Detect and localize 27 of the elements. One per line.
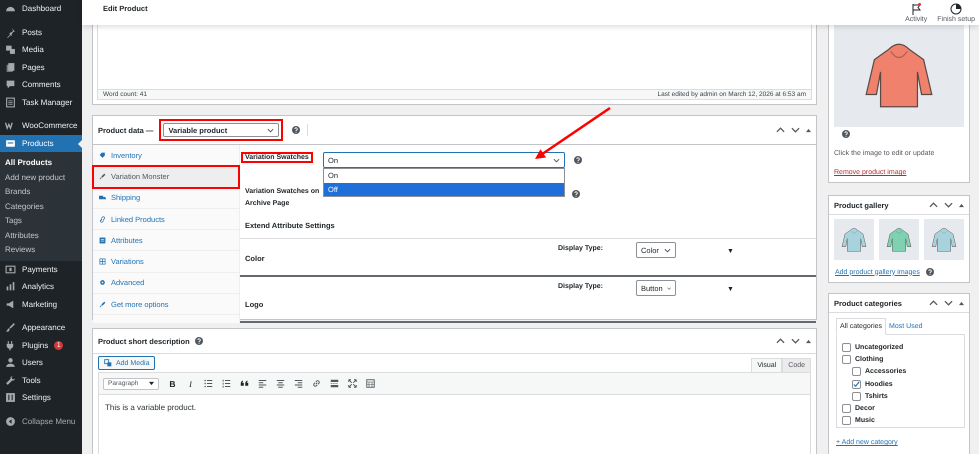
menu-item[interactable]: Products [0,134,82,152]
menu-item[interactable]: WooCommerce [0,117,82,134]
description-text-area[interactable]: This is a variable product. [98,395,811,454]
toolbar-button[interactable]: B [168,378,177,388]
menu-item[interactable]: Marketing [0,296,82,313]
menu-item[interactable]: Payments [0,260,82,278]
menu-item[interactable]: Comments [0,76,82,94]
description-text: This is a variable product. [105,403,198,412]
menu-item[interactable]: Analytics [0,278,82,296]
submenu-item[interactable]: Attributes [0,228,82,243]
menu-item[interactable]: Users [0,354,82,372]
menu-item[interactable]: Dashboard [0,0,82,18]
submenu-item[interactable]: Tags [0,214,82,228]
menu-item[interactable]: Task Manager [0,94,82,111]
submenu-item[interactable]: Reviews [0,243,82,258]
menu-item[interactable]: Settings [0,389,82,406]
menu-item[interactable]: Appearance [0,319,82,336]
submenu-item[interactable]: Add new product [0,170,82,185]
submenu-item[interactable]: Categories [0,200,82,214]
menu-item[interactable]: Posts [0,24,82,41]
submenu-item[interactable]: All Products [0,156,82,170]
menu-item[interactable]: Pages [0,58,82,76]
menu-item[interactable]: Tools [0,372,82,389]
toolbar-button[interactable]: I [186,378,195,388]
submenu-item[interactable]: Brands [0,185,82,200]
menu-item[interactable]: Media [0,41,82,58]
collapse-menu-button[interactable]: Collapse Menu [0,412,82,430]
